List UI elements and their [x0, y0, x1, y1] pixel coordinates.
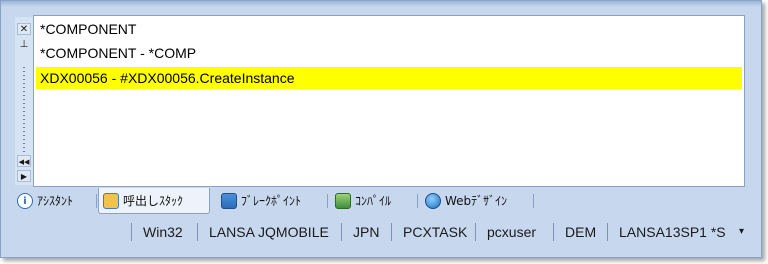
tab-separator	[96, 194, 97, 208]
tab-label: Webﾃﾞｻﾞｲﾝ	[445, 194, 508, 208]
status-overflow-icon[interactable]: ▾	[739, 219, 744, 245]
tab-label: ｺﾝﾊﾟｲﾙ	[355, 194, 392, 208]
tab-web-design[interactable]: Webﾃﾞｻﾞｲﾝ	[421, 188, 531, 214]
tab-label: ｱｼｽﾀﾝﾄ	[37, 194, 74, 208]
call-stack-icon	[103, 193, 119, 209]
tab-breakpoints[interactable]: ﾌﾞﾚｰｸﾎﾟｲﾝﾄ	[217, 188, 325, 214]
panel-side-toolbar: ✕ ⊥ ◀◀ ▶	[15, 17, 33, 185]
tab-label: ﾌﾞﾚｰｸﾎﾟｲﾝﾄ	[241, 194, 302, 208]
top-strip	[1, 1, 761, 7]
list-item[interactable]: *COMPONENT - *COMP	[36, 42, 742, 64]
info-icon: i	[17, 193, 33, 209]
status-divider	[553, 223, 554, 241]
status-divider	[607, 223, 608, 241]
rewind-icon[interactable]: ◀◀	[17, 155, 31, 167]
breakpoint-icon	[221, 193, 237, 209]
status-divider	[197, 223, 198, 241]
status-divider	[475, 223, 476, 241]
tab-separator	[533, 194, 534, 208]
tab-assistant[interactable]: i ｱｼｽﾀﾝﾄ	[13, 188, 95, 214]
close-icon[interactable]: ✕	[17, 23, 31, 35]
status-bar: Win32 LANSA JQMOBILE JPN PCXTASK pcxuser…	[1, 219, 761, 245]
tab-separator	[417, 194, 418, 208]
compile-icon	[335, 193, 351, 209]
web-globe-icon	[425, 193, 441, 209]
status-language: JPN	[353, 224, 380, 240]
list-item-selected[interactable]: XDX00056 - #XDX00056.CreateInstance	[36, 67, 742, 89]
pin-icon[interactable]: ⊥	[17, 39, 31, 51]
status-divider	[341, 223, 342, 241]
tab-call-stack[interactable]: 呼出しｽﾀｯｸ	[98, 188, 210, 214]
tab-compile[interactable]: ｺﾝﾊﾟｲﾙ	[331, 188, 415, 214]
status-framework: LANSA JQMOBILE	[209, 224, 329, 240]
status-divider	[391, 223, 392, 241]
status-task: PCXTASK	[403, 224, 468, 240]
call-stack-list: *COMPONENT *COMPONENT - *COMP XDX00056 -…	[33, 15, 745, 187]
tab-label: 呼出しｽﾀｯｸ	[123, 194, 184, 208]
list-item[interactable]: *COMPONENT	[36, 18, 742, 40]
status-divider	[131, 223, 132, 241]
tab-separator	[327, 194, 328, 208]
ide-panel-frame: ✕ ⊥ ◀◀ ▶ *COMPONENT *COMPONENT - *COMP X…	[0, 0, 762, 258]
status-user: pcxuser	[487, 224, 537, 240]
drag-handle[interactable]	[23, 67, 25, 165]
status-version: LANSA13SP1 *S	[619, 224, 726, 240]
bottom-tab-bar: i ｱｼｽﾀﾝﾄ 呼出しｽﾀｯｸ ﾌﾞﾚｰｸﾎﾟｲﾝﾄ ｺﾝﾊﾟｲﾙ Webﾃﾞ…	[9, 188, 749, 214]
status-platform: Win32	[143, 224, 183, 240]
play-icon[interactable]: ▶	[17, 170, 31, 182]
status-partition: DEM	[565, 224, 597, 240]
